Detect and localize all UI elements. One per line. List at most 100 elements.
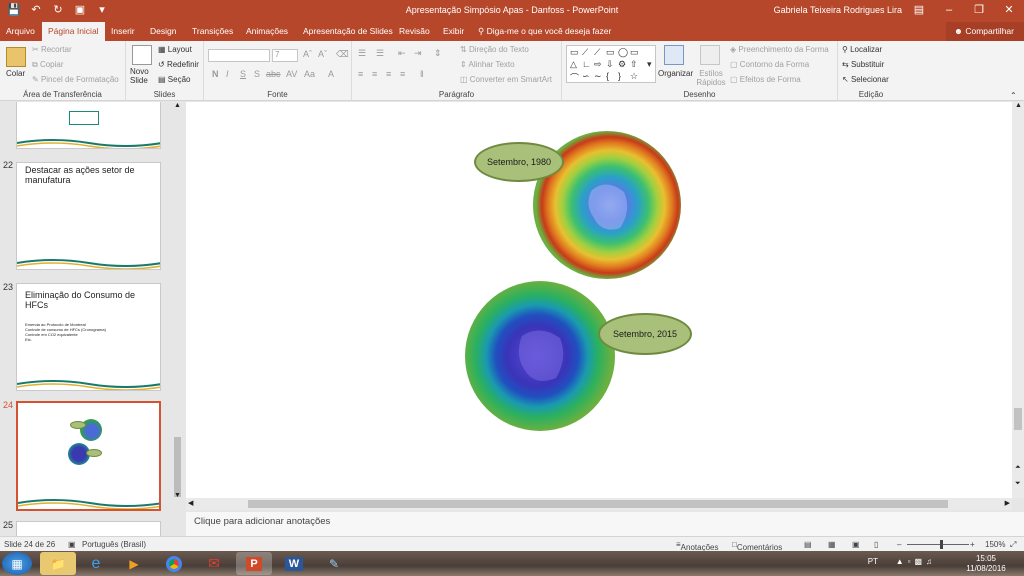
- slide-vertical-scrollbar[interactable]: ▲ ⏶ ⏷: [1012, 102, 1024, 498]
- media-player-icon[interactable]: ▶: [116, 552, 152, 575]
- line-spacing-icon[interactable]: ⇕: [434, 48, 442, 59]
- language-indicator[interactable]: Português (Brasil): [82, 540, 146, 549]
- arrange-icon[interactable]: [664, 45, 684, 65]
- thumbnail-slide-22[interactable]: Destacar as ações setor de manufatura: [16, 162, 161, 270]
- brace-right-shape-icon[interactable]: }: [618, 71, 621, 81]
- increase-indent-icon[interactable]: ⇥: [414, 48, 422, 59]
- shape-outline-button[interactable]: ▢ Contorno da Forma: [730, 60, 809, 69]
- new-slide-button[interactable]: Novo Slide: [130, 67, 154, 85]
- restore-icon[interactable]: ❐: [964, 0, 994, 22]
- section-button[interactable]: ▤ Seção: [158, 75, 190, 84]
- horizontal-scroll-thumb[interactable]: [248, 500, 948, 508]
- select-button[interactable]: ↖ Selecionar: [842, 75, 889, 84]
- text-direction-button[interactable]: ⇅ Direção do Texto: [460, 45, 529, 54]
- shape-effects-button[interactable]: ▢ Efeitos de Forma: [730, 75, 801, 84]
- notes-toggle[interactable]: ≡ Anotações: [676, 540, 718, 552]
- copy-button[interactable]: ⧉ Copiar: [32, 60, 64, 70]
- find-button[interactable]: ⚲ Localizar: [842, 45, 882, 54]
- tab-inserir[interactable]: Inserir: [111, 26, 135, 36]
- internet-explorer-icon[interactable]: e: [78, 552, 114, 575]
- callout-setembro-2015[interactable]: Setembro, 2015: [598, 313, 692, 355]
- tab-apresentacao[interactable]: Apresentação de Slides: [303, 26, 393, 36]
- shapes-gallery[interactable]: ▭ ⟋ ⟋ ▭ ◯ ▭ △ ∟ ⇨ ⇩ ⚙ ⇧ ⌒ ∽ ∼ { } ☆ ▾: [566, 45, 656, 83]
- tab-exibir[interactable]: Exibir: [443, 26, 464, 36]
- arrow-right-shape-icon[interactable]: ⇨: [594, 59, 602, 70]
- prev-slide-icon[interactable]: ⏶: [1015, 464, 1021, 472]
- cut-button[interactable]: ✂ Recortar: [32, 45, 72, 54]
- close-icon[interactable]: ✕: [994, 0, 1024, 22]
- thumbnail-slide-24[interactable]: [16, 401, 161, 511]
- paste-icon[interactable]: [6, 47, 26, 67]
- file-explorer-icon[interactable]: 📁: [40, 552, 76, 575]
- star-shape-icon[interactable]: ☆: [630, 71, 638, 82]
- clear-format-icon[interactable]: ⌫: [336, 49, 349, 60]
- scroll-up-icon[interactable]: ▲: [1015, 102, 1022, 109]
- chrome-icon[interactable]: [156, 552, 192, 575]
- spacing-icon[interactable]: AV: [286, 69, 297, 79]
- font-color-icon[interactable]: A: [328, 69, 334, 79]
- numbering-icon[interactable]: ☰: [376, 48, 384, 59]
- zoom-level[interactable]: 150%: [985, 540, 1005, 549]
- fit-to-window-icon[interactable]: ⤢: [1010, 540, 1016, 550]
- vertical-scroll-thumb[interactable]: [1014, 408, 1022, 430]
- start-button-icon[interactable]: ▦: [2, 552, 32, 575]
- arc-shape-icon[interactable]: ⌒: [570, 71, 579, 84]
- arrange-button[interactable]: Organizar: [658, 69, 693, 78]
- reading-view-icon[interactable]: ▣: [852, 540, 860, 549]
- scroll-down-icon[interactable]: ▼: [174, 492, 181, 499]
- textbox-shape-icon[interactable]: ▭: [570, 47, 579, 58]
- wave-shape-icon[interactable]: ∼: [594, 71, 602, 82]
- comments-toggle[interactable]: □ Comentários: [732, 540, 782, 552]
- change-case-icon[interactable]: Aa: [304, 69, 315, 79]
- arrow-up-shape-icon[interactable]: ⇧: [630, 59, 638, 70]
- thumbnail-slide-25[interactable]: [16, 521, 161, 536]
- oval-shape-icon[interactable]: ◯: [618, 47, 628, 58]
- input-language[interactable]: PT: [868, 557, 878, 567]
- tab-transicoes[interactable]: Transições: [192, 26, 233, 36]
- tray-icons[interactable]: ▲▫▩♫: [896, 557, 936, 567]
- align-right-icon[interactable]: ≡: [386, 69, 391, 79]
- tell-me-box[interactable]: ⚲ Diga-me o que você deseja fazer: [478, 26, 611, 37]
- bullets-icon[interactable]: ☰: [358, 48, 366, 59]
- thumbnail-scrollbar[interactable]: ▲ ▼: [173, 102, 182, 502]
- zoom-in-icon[interactable]: +: [970, 540, 975, 549]
- curve-shape-icon[interactable]: ∽: [582, 71, 590, 82]
- normal-view-icon[interactable]: ▤: [804, 540, 812, 549]
- grow-font-icon[interactable]: Aˆ: [303, 49, 312, 59]
- shadow-icon[interactable]: S: [254, 69, 260, 79]
- thumbnail-scroll-thumb[interactable]: [174, 437, 181, 497]
- ozone-map-2015[interactable]: [464, 280, 616, 432]
- clock[interactable]: 15:05 11/08/2016: [956, 554, 1016, 574]
- columns-icon[interactable]: ‖: [420, 69, 424, 79]
- lshape-shape-icon[interactable]: ∟: [582, 59, 591, 69]
- underline-icon[interactable]: S: [240, 69, 246, 79]
- tab-revisao[interactable]: Revisão: [399, 26, 430, 36]
- line-shape-icon[interactable]: ⟋: [582, 47, 588, 58]
- shape-fill-button[interactable]: ◈ Preenchimento da Forma: [730, 45, 829, 54]
- align-center-icon[interactable]: ≡: [372, 69, 377, 79]
- powerpoint-icon[interactable]: P: [236, 552, 272, 575]
- callout-setembro-1980[interactable]: Setembro, 1980: [474, 142, 564, 182]
- zoom-slider-knob[interactable]: [940, 540, 943, 549]
- font-size-combo[interactable]: 7: [272, 49, 298, 62]
- quick-styles-button[interactable]: Estilos Rápidos: [694, 69, 728, 87]
- arrow-down-shape-icon[interactable]: ⇩: [606, 59, 614, 70]
- layout-button[interactable]: ▦ Layout: [158, 45, 192, 54]
- slide-horizontal-scrollbar[interactable]: ◀ ▶: [186, 498, 1012, 510]
- minimize-icon[interactable]: –: [934, 0, 964, 22]
- quick-styles-icon[interactable]: [700, 45, 720, 65]
- scroll-up-icon[interactable]: ▲: [174, 102, 181, 109]
- line2-shape-icon[interactable]: ⟋: [594, 47, 600, 58]
- decrease-indent-icon[interactable]: ⇤: [398, 48, 406, 59]
- italic-icon[interactable]: I: [226, 69, 229, 79]
- smartart-button[interactable]: ◫ Converter em SmartArt: [460, 75, 552, 84]
- slideshow-view-icon[interactable]: ▯: [874, 540, 878, 549]
- thumbnail-slide-21[interactable]: [16, 102, 161, 149]
- align-text-button[interactable]: ⇕ Alinhar Texto: [460, 60, 515, 69]
- zoom-slider[interactable]: [907, 544, 969, 545]
- tab-design[interactable]: Design: [150, 26, 176, 36]
- spellcheck-icon[interactable]: ▣: [68, 540, 76, 549]
- next-slide-icon[interactable]: ⏷: [1015, 480, 1021, 488]
- tab-pagina-inicial[interactable]: Página Inicial: [42, 22, 105, 41]
- brace-left-shape-icon[interactable]: {: [606, 71, 609, 81]
